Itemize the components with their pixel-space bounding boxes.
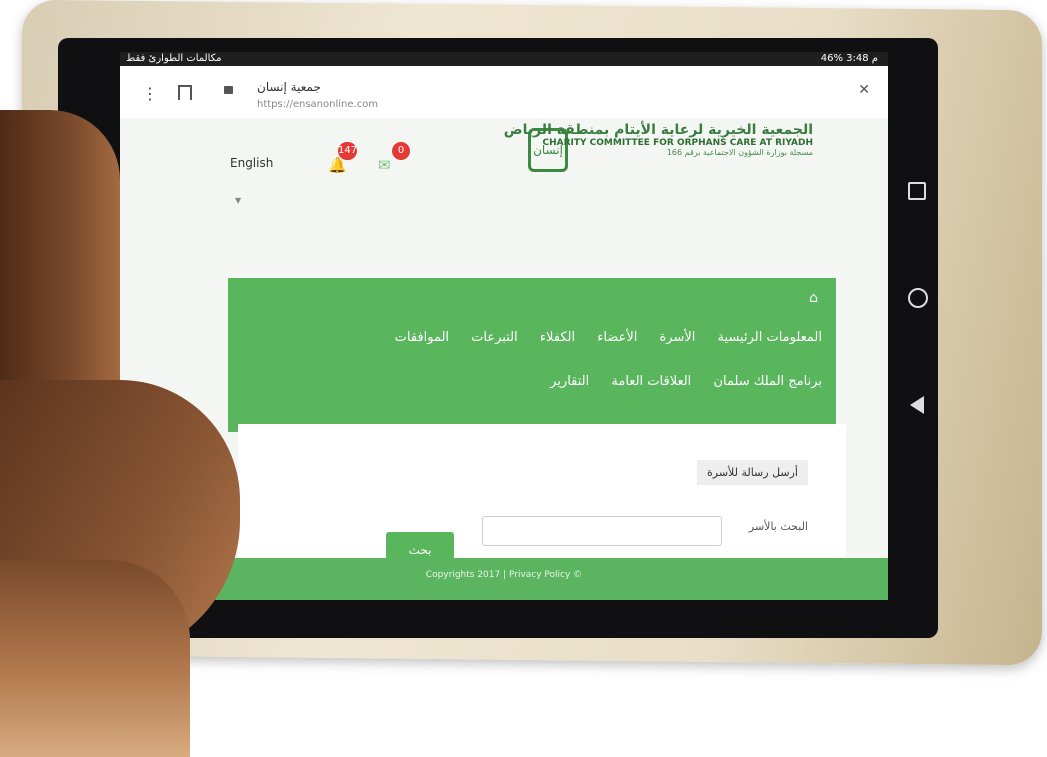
scene: مكالمات الطوارئ فقط 46% 3:48 م ⋮ جمعية إ… [0, 0, 1047, 757]
footer-text: Copyrights 2017 | Privacy Policy © [425, 570, 583, 580]
menu-row-1: المعلومات الرئيسية الأسرة الأعضاء الكفلا… [377, 330, 822, 345]
logo-english-text: CHARITY COMMITTEE FOR ORPHANS CARE AT RI… [542, 138, 813, 148]
bookmark-icon[interactable] [178, 85, 192, 100]
search-label: البحث بالأسر [748, 520, 808, 533]
browser-toolbar: ⋮ جمعية إنسان https://ensanonline.com ✕ [120, 66, 888, 119]
menu-item-main-info[interactable]: المعلومات الرئيسية [718, 330, 822, 345]
home-icon[interactable] [908, 288, 928, 308]
status-left-text: مكالمات الطوارئ فقط [126, 53, 222, 64]
status-bar: مكالمات الطوارئ فقط 46% 3:48 م [120, 52, 888, 66]
menu-item-reports[interactable]: التقارير [550, 374, 589, 389]
menu-item-donations[interactable]: التبرعات [471, 330, 518, 345]
logo-arabic-text: الجمعية الخيرية لرعاية الأيتام بمنطقة ال… [503, 122, 813, 138]
language-selector[interactable]: English [230, 156, 273, 170]
menu-row-2: برنامج الملك سلمان العلاقات العامة التقا… [532, 374, 822, 389]
main-menu: ⌂ المعلومات الرئيسية الأسرة الأعضاء الكف… [228, 278, 836, 432]
mail-icon[interactable]: ✉ [378, 156, 391, 174]
notifications-badge: 147 [338, 142, 358, 160]
menu-item-approvals[interactable]: الموافقات [395, 330, 449, 345]
menu-item-public-relations[interactable]: العلاقات العامة [611, 374, 691, 389]
close-icon[interactable]: ✕ [858, 82, 870, 98]
lock-icon [224, 86, 233, 94]
menu-item-king-salman[interactable]: برنامج الملك سلمان [713, 374, 822, 389]
menu-item-family[interactable]: الأسرة [660, 330, 696, 345]
vertical-dots-icon[interactable]: ⋮ [142, 84, 158, 103]
messages-badge: 0 [392, 142, 410, 160]
search-input[interactable] [482, 516, 722, 546]
page-footer: Copyrights 2017 | Privacy Policy © [120, 558, 888, 600]
chevron-down-icon[interactable]: ▼ [235, 196, 241, 205]
home-icon[interactable]: ⌂ [809, 290, 818, 306]
menu-item-sponsors[interactable]: الكفلاء [540, 330, 575, 345]
menu-item-members[interactable]: الأعضاء [597, 330, 637, 345]
arm [0, 560, 190, 757]
status-right-text: 46% 3:48 م [820, 53, 878, 64]
recent-apps-icon[interactable] [908, 182, 926, 200]
site-logo[interactable]: الجمعية الخيرية لرعاية الأيتام بمنطقة ال… [504, 122, 813, 157]
logo-sub-text: مسجلة بوزارة الشؤون الاجتماعية برقم 166 [666, 148, 813, 157]
back-icon[interactable] [910, 396, 924, 414]
send-message-button[interactable]: أرسل رسالة للأسرة [696, 460, 808, 485]
browser-url[interactable]: https://ensanonline.com [257, 99, 378, 110]
browser-page-title: جمعية إنسان [257, 80, 321, 94]
